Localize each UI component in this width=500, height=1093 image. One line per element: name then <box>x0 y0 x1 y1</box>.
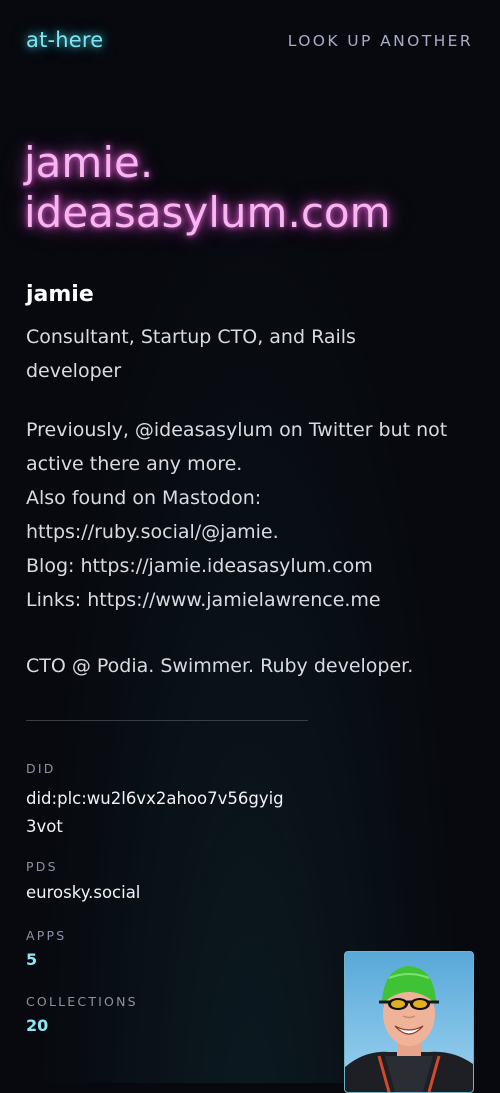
look-up-another-link[interactable]: LOOK UP ANOTHER <box>288 32 473 50</box>
handle-line-2: ideasasylum.com <box>24 188 391 237</box>
pds-value: eurosky.social <box>26 883 141 902</box>
collections-count: 20 <box>26 1016 49 1035</box>
profile-handle: jamie. ideasasylum.com <box>24 138 484 238</box>
pds-label: PDS <box>26 859 58 874</box>
top-bar: at-here LOOK UP ANOTHER <box>0 0 500 84</box>
avatar[interactable] <box>344 951 474 1093</box>
display-name: jamie <box>26 282 94 307</box>
apps-label: APPS <box>26 928 67 943</box>
swimmer-avatar-icon <box>345 966 473 1092</box>
site-logo-link[interactable]: at-here <box>26 28 103 52</box>
divider <box>26 720 308 721</box>
bio-paragraph: CTO @ Podia. Swimmer. Ruby developer. <box>26 655 414 677</box>
handle-line-1: jamie. <box>24 138 154 187</box>
did-label: DID <box>26 761 56 776</box>
bio-paragraph: Previously, @ideasasylum on Twitter but … <box>26 419 448 611</box>
apps-count: 5 <box>26 950 38 969</box>
bio-paragraph: Consultant, Startup CTO, and Rails devel… <box>26 326 356 382</box>
did-value: did:plc:wu2l6vx2ahoo7v56gyig 3vot <box>26 789 284 836</box>
collections-label: COLLECTIONS <box>26 994 138 1009</box>
